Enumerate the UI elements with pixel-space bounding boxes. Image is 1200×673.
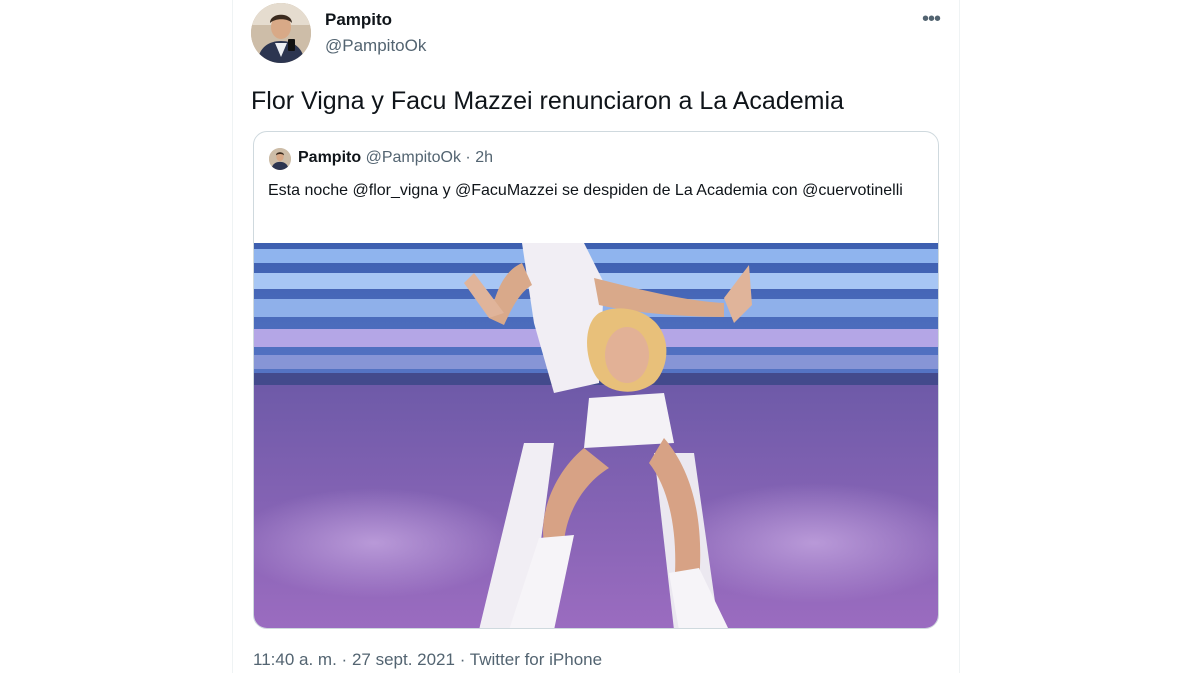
more-horizontal-icon: ••• — [921, 8, 941, 30]
quoted-tweet-text: Esta noche @flor_vigna y @FacuMazzei se … — [268, 182, 903, 199]
quoted-author-name[interactable]: Pampito — [298, 149, 361, 166]
tweet-time[interactable]: 11:40 a. m. — [253, 650, 337, 669]
timestamp-separator: · — [459, 650, 466, 669]
quoted-author-avatar[interactable] — [269, 148, 291, 170]
quoted-author-handle[interactable]: @PampitoOk — [366, 149, 461, 166]
author-name[interactable]: Pampito — [325, 10, 392, 30]
quoted-time[interactable]: 2h — [475, 149, 493, 166]
author-avatar[interactable] — [251, 3, 311, 63]
quoted-tweet-card[interactable]: Pampito @PampitoOk · 2h Esta noche @flor… — [253, 131, 939, 629]
quoted-header: Pampito @PampitoOk · 2h — [298, 149, 493, 167]
tweet-text: Flor Vigna y Facu Mazzei renunciaron a L… — [251, 87, 844, 115]
timestamp-separator: · — [341, 650, 348, 669]
quoted-tweet-image[interactable] — [254, 243, 938, 628]
tweet-date[interactable]: 27 sept. 2021 — [352, 650, 455, 669]
tweet-timestamp: 11:40 a. m. · 27 sept. 2021 · Twitter fo… — [253, 650, 602, 670]
more-options-button[interactable]: ••• — [916, 4, 946, 34]
tweet-source[interactable]: Twitter for iPhone — [470, 650, 602, 669]
quoted-separator: · — [465, 149, 471, 166]
author-handle[interactable]: @PampitoOk — [325, 36, 426, 56]
